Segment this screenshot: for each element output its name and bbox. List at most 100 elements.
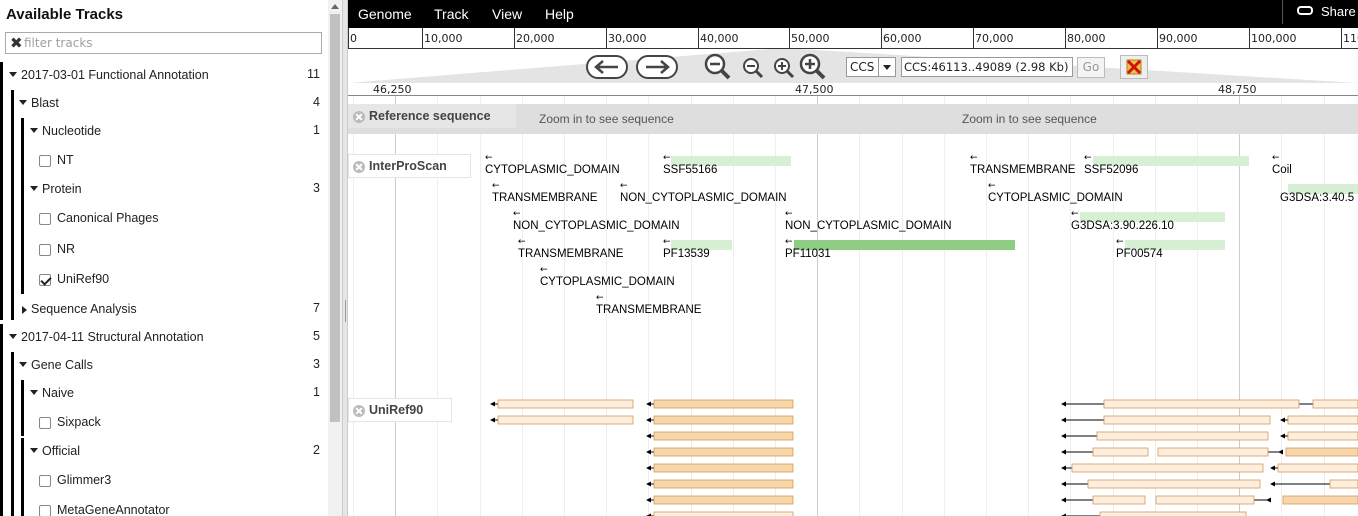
track-checkbox-checked[interactable] bbox=[39, 274, 51, 286]
track-count: 7 bbox=[313, 301, 320, 315]
track-count: 3 bbox=[313, 181, 320, 195]
menu-genome[interactable]: Genome bbox=[358, 6, 412, 22]
track-area[interactable]: Reference sequence Zoom in to see sequen… bbox=[348, 96, 1358, 516]
track-count: 4 bbox=[313, 95, 320, 109]
category-sequence-analysis[interactable]: Sequence Analysis 7 bbox=[0, 297, 320, 321]
collapse-icon bbox=[22, 306, 27, 314]
overview-tick-label: 0 bbox=[350, 32, 357, 45]
overview-tick-label: 60,000 bbox=[883, 32, 922, 45]
track-item-sixpack[interactable]: Sixpack bbox=[0, 410, 320, 434]
expand-icon bbox=[30, 390, 38, 395]
clear-filter-icon[interactable]: ✖ bbox=[10, 34, 23, 52]
overview-ruler[interactable]: 0 10,000 20,000 30,000 40,000 50,000 60,… bbox=[348, 28, 1358, 49]
zoom-message: Zoom in to see sequence bbox=[539, 112, 674, 126]
zoom-in-large-button[interactable] bbox=[798, 53, 828, 81]
track-item-nt[interactable]: NT bbox=[0, 148, 320, 172]
track-checkbox[interactable] bbox=[39, 475, 51, 487]
category-nucleotide[interactable]: Nucleotide 1 bbox=[0, 119, 320, 143]
track-checkbox[interactable] bbox=[39, 155, 51, 167]
menu-track[interactable]: Track bbox=[434, 6, 468, 22]
track-item-metageneannotator[interactable]: MetaGeneAnnotator bbox=[0, 498, 320, 516]
location-input[interactable] bbox=[902, 58, 1072, 76]
detail-ruler: 46,250 47,500 48,750 bbox=[348, 83, 1358, 96]
blast-hit-segment bbox=[1155, 495, 1255, 505]
close-track-icon[interactable] bbox=[353, 111, 365, 123]
blast-hit-segment bbox=[1277, 463, 1358, 473]
zoom-out-button[interactable] bbox=[741, 57, 765, 81]
track-label: UniRef90 bbox=[57, 272, 110, 286]
category-blast[interactable]: Blast 4 bbox=[0, 91, 320, 115]
zoom-out-large-button[interactable] bbox=[703, 53, 733, 81]
location-field[interactable] bbox=[901, 57, 1073, 77]
track-checkbox[interactable] bbox=[39, 244, 51, 256]
expand-icon bbox=[30, 186, 38, 191]
strand-arrow-icon bbox=[1061, 449, 1066, 455]
track-count: 1 bbox=[313, 385, 320, 399]
zoom-in-button[interactable] bbox=[772, 57, 796, 81]
track-checkbox[interactable] bbox=[39, 213, 51, 225]
pan-left-button[interactable] bbox=[586, 55, 628, 79]
feature-label: G3DSA:3.40.5 bbox=[1280, 192, 1355, 204]
menu-view[interactable]: View bbox=[492, 6, 522, 22]
category-label: Official bbox=[42, 444, 80, 458]
category-naive[interactable]: Naive 1 bbox=[0, 381, 320, 405]
ref-seq-value: CCS bbox=[850, 60, 875, 74]
blast-hit-segment bbox=[1287, 415, 1358, 425]
track-list-scrollbar[interactable] bbox=[328, 0, 342, 516]
category-official[interactable]: Official 2 bbox=[0, 439, 320, 463]
blast-hit-segment bbox=[1099, 511, 1247, 516]
uniref90-features[interactable] bbox=[348, 396, 1358, 516]
detail-tick-label: 47,500 bbox=[795, 83, 834, 96]
category-protein[interactable]: Protein 3 bbox=[0, 177, 320, 201]
track-count: 3 bbox=[313, 357, 320, 371]
category-structural-annotation[interactable]: 2017-04-11 Structural Annotation 5 bbox=[0, 325, 320, 349]
track-name: InterProScan bbox=[369, 159, 447, 173]
feature-label: NON_CYTOPLASMIC_DOMAIN bbox=[620, 192, 787, 204]
panel-title: Available Tracks bbox=[6, 6, 124, 23]
track-item-glimmer3[interactable]: Glimmer3 bbox=[0, 468, 320, 492]
overview-tick-label: 90,000 bbox=[1159, 32, 1198, 45]
blast-hit-segment bbox=[1282, 495, 1358, 505]
track-label-reference[interactable]: Reference sequence bbox=[348, 104, 516, 128]
track-label: Glimmer3 bbox=[57, 473, 112, 487]
track-label: Sixpack bbox=[57, 415, 101, 429]
strand-arrow-icon bbox=[646, 481, 651, 487]
expand-icon bbox=[9, 334, 17, 339]
strand-arrow-icon bbox=[1061, 497, 1066, 503]
overview-tick-label: 50,000 bbox=[791, 32, 830, 45]
track-item-uniref90[interactable]: UniRef90 bbox=[0, 267, 320, 291]
track-checkbox[interactable] bbox=[39, 417, 51, 429]
scroll-up-icon[interactable] bbox=[331, 4, 339, 9]
share-label: Share bbox=[1321, 4, 1356, 19]
track-selector-panel: Available Tracks ✖ 2017-03-01 Functional… bbox=[0, 0, 342, 516]
track-item-canonical-phages[interactable]: Canonical Phages bbox=[0, 206, 320, 230]
track-label-interproscan[interactable]: InterProScan bbox=[348, 154, 471, 178]
category-gene-calls[interactable]: Gene Calls 3 bbox=[0, 353, 320, 377]
splitter-grip[interactable] bbox=[345, 300, 346, 322]
menu-help[interactable]: Help bbox=[545, 6, 574, 22]
share-button[interactable]: Share bbox=[1282, 0, 1358, 24]
scrollbar-thumb[interactable] bbox=[330, 14, 340, 422]
strand-arrow-icon bbox=[646, 465, 651, 471]
track-count: 5 bbox=[313, 329, 320, 343]
overview-tick-label: 70,000 bbox=[975, 32, 1014, 45]
strand-arrow-icon bbox=[646, 417, 651, 423]
filter-tracks-input[interactable] bbox=[24, 34, 314, 52]
clear-highlight-button[interactable] bbox=[1120, 55, 1148, 79]
reference-sequence-select[interactable]: CCS bbox=[846, 57, 896, 77]
feature-label: PF13539 bbox=[663, 248, 710, 260]
blast-hit-segment bbox=[653, 479, 794, 489]
blast-hit-segment bbox=[1092, 447, 1149, 457]
category-functional-annotation[interactable]: 2017-03-01 Functional Annotation 11 bbox=[0, 63, 320, 87]
blast-hit-segment bbox=[1087, 479, 1261, 489]
chevron-down-icon[interactable] bbox=[878, 58, 895, 76]
feature-label: TRANSMEMBRANE bbox=[970, 164, 1076, 176]
strand-arrow-icon bbox=[490, 401, 495, 407]
go-button[interactable]: Go bbox=[1077, 57, 1105, 78]
pan-right-button[interactable] bbox=[636, 55, 678, 79]
close-track-icon[interactable] bbox=[353, 161, 365, 173]
category-label: 2017-03-01 Functional Annotation bbox=[21, 68, 209, 82]
track-checkbox[interactable] bbox=[39, 505, 51, 516]
feature-label: TRANSMEMBRANE bbox=[596, 304, 702, 316]
track-item-nr[interactable]: NR bbox=[0, 237, 320, 261]
